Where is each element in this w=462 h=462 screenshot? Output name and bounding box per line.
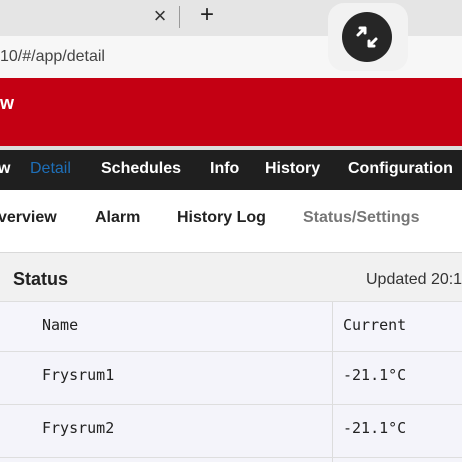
column-divider bbox=[332, 458, 333, 462]
table-row[interactable]: Frysrum1 -21.1°C bbox=[0, 351, 462, 404]
new-tab-button[interactable]: + bbox=[196, 2, 218, 28]
row-name: Frysrum2 bbox=[42, 419, 115, 437]
app-header: w bbox=[0, 78, 462, 146]
tab-alarm[interactable]: Alarm bbox=[95, 209, 140, 227]
nav-item-info[interactable]: Info bbox=[210, 160, 239, 178]
row-name: Frysrum1 bbox=[42, 366, 115, 384]
remote-desktop-badge[interactable] bbox=[328, 3, 408, 71]
sub-nav: verview Alarm History Log Status/Setting… bbox=[0, 190, 462, 248]
screen: × + 10/#/app/detail w w Detail Schedules… bbox=[0, 0, 462, 462]
url-text[interactable]: 10/#/app/detail bbox=[0, 48, 105, 66]
close-tab-icon[interactable]: × bbox=[150, 4, 170, 28]
nav-item-overview[interactable]: w bbox=[0, 160, 10, 178]
app-title: w bbox=[0, 93, 15, 113]
row-current-value: -21.1°C bbox=[343, 419, 407, 437]
updated-timestamp: Updated 20:1 bbox=[366, 271, 462, 288]
tab-overview[interactable]: verview bbox=[0, 209, 57, 227]
tab-divider bbox=[179, 6, 180, 28]
column-divider bbox=[332, 405, 333, 457]
table-row[interactable]: Frysrum2 -21.1°C bbox=[0, 404, 462, 457]
nav-item-schedules[interactable]: Schedules bbox=[101, 160, 181, 178]
tab-status-settings[interactable]: Status/Settings bbox=[303, 209, 419, 227]
column-header-current[interactable]: Current bbox=[343, 316, 406, 334]
main-nav: w Detail Schedules Info History Configur… bbox=[0, 150, 462, 190]
table-row bbox=[0, 457, 462, 462]
nav-item-configuration[interactable]: Configuration bbox=[348, 160, 453, 178]
column-divider bbox=[332, 302, 333, 352]
status-title: Status bbox=[13, 269, 69, 289]
row-current-value: -21.1°C bbox=[343, 366, 407, 384]
nav-item-detail[interactable]: Detail bbox=[30, 160, 71, 178]
nav-item-history[interactable]: History bbox=[265, 160, 320, 178]
tab-history-log[interactable]: History Log bbox=[177, 209, 266, 227]
status-panel-header: Status Updated 20:1 bbox=[0, 252, 462, 301]
table-header-row: Name Current bbox=[0, 301, 462, 352]
column-header-name[interactable]: Name bbox=[42, 316, 78, 334]
column-divider bbox=[332, 352, 333, 404]
remote-desktop-icon[interactable] bbox=[342, 12, 392, 62]
